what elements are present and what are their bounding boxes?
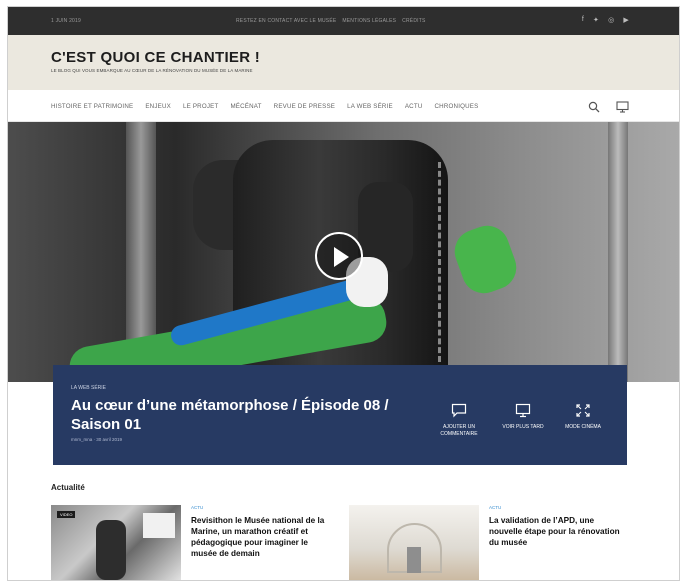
scaffold-pipe — [608, 122, 628, 382]
site-header: C'EST QUOI CE CHANTIER ! LE BLOG QUI VOU… — [8, 35, 679, 90]
news-tag[interactable]: ACTU — [489, 505, 501, 510]
nav-item-projet[interactable]: LE PROJET — [183, 103, 219, 110]
credits-link[interactable]: CRÉDITS — [402, 18, 425, 24]
cinema-mode-button[interactable]: MODE CINÉMA — [553, 403, 613, 431]
instagram-icon[interactable]: ◎ — [608, 16, 614, 24]
contact-link[interactable]: RESTEZ EN CONTACT AVEC LE MUSÉE — [236, 18, 336, 24]
episode-meta: mnm_mna · 30 avril 2019 — [71, 437, 123, 442]
nav-item-enjeux[interactable]: ENJEUX — [145, 103, 171, 110]
cinema-mode-label: MODE CINÉMA — [565, 424, 601, 430]
main-nav: HISTOIRE ET PATRIMOINE ENJEUX LE PROJET … — [8, 90, 679, 122]
play-icon — [334, 247, 349, 267]
search-icon[interactable] — [588, 100, 600, 118]
news-thumbnail[interactable]: VIDEO — [51, 505, 181, 580]
news-title[interactable]: Revisithon le Musée national de la Marin… — [191, 515, 331, 559]
utility-links: RESTEZ EN CONTACT AVEC LE MUSÉE MENTIONS… — [236, 18, 426, 24]
news-title[interactable]: La validation de l’APD, une nouvelle éta… — [489, 515, 629, 548]
news-thumbnail[interactable] — [349, 505, 479, 580]
news-section-title: Actualité — [51, 483, 85, 492]
monitor-icon — [515, 403, 531, 418]
play-button[interactable] — [315, 232, 363, 280]
add-comment-button[interactable]: AJOUTER UN COMMENTAIRE — [429, 403, 489, 437]
nav-item-actu[interactable]: ACTU — [405, 103, 423, 110]
episode-title[interactable]: Au cœur d’une métamorphose / Épisode 08 … — [71, 396, 401, 434]
youtube-icon[interactable]: ▶ — [623, 16, 629, 24]
current-date: 1 JUIN 2019 — [51, 18, 81, 24]
add-comment-label: AJOUTER UN COMMENTAIRE — [440, 424, 478, 437]
watch-later-label: VOIR PLUS TARD — [502, 424, 544, 430]
legal-link[interactable]: MENTIONS LÉGALES — [342, 18, 396, 24]
browser-frame: 1 JUIN 2019 RESTEZ EN CONTACT AVEC LE MU… — [7, 6, 680, 581]
top-bar: 1 JUIN 2019 RESTEZ EN CONTACT AVEC LE MU… — [8, 7, 679, 35]
nav-item-web-serie[interactable]: LA WEB SÉRIE — [347, 103, 393, 110]
expand-icon — [576, 404, 590, 417]
twitter-icon[interactable]: ✦ — [593, 16, 599, 24]
nav-item-revue[interactable]: REVUE DE PRESSE — [274, 103, 335, 110]
watch-later-button[interactable]: VOIR PLUS TARD — [493, 403, 553, 431]
site-title[interactable]: C'EST QUOI CE CHANTIER ! — [51, 49, 260, 66]
video-badge: VIDEO — [57, 511, 76, 518]
episode-panel: LA WEB SÉRIE Au cœur d’une métamorphose … — [53, 365, 627, 465]
comment-icon — [451, 403, 467, 418]
site-tagline: LE BLOG QUI VOUS EMBARQUE AU CŒUR DE LA … — [51, 68, 253, 73]
social-links: f ✦ ◎ ▶ — [582, 16, 629, 24]
hero-video[interactable] — [8, 122, 679, 382]
episode-category[interactable]: LA WEB SÉRIE — [71, 385, 106, 391]
thumb-screen — [143, 513, 175, 538]
facebook-icon[interactable]: f — [582, 16, 584, 24]
nav-item-histoire[interactable]: HISTOIRE ET PATRIMOINE — [51, 103, 133, 110]
thumb-doorway — [407, 547, 421, 573]
thumb-figure — [96, 520, 126, 580]
monitor-icon[interactable] — [616, 100, 629, 118]
chain — [438, 162, 448, 362]
nav-item-mecenat[interactable]: MÉCÉNAT — [230, 103, 261, 110]
news-tag[interactable]: ACTU — [191, 505, 203, 510]
nav-item-chroniques[interactable]: CHRONIQUES — [435, 103, 479, 110]
